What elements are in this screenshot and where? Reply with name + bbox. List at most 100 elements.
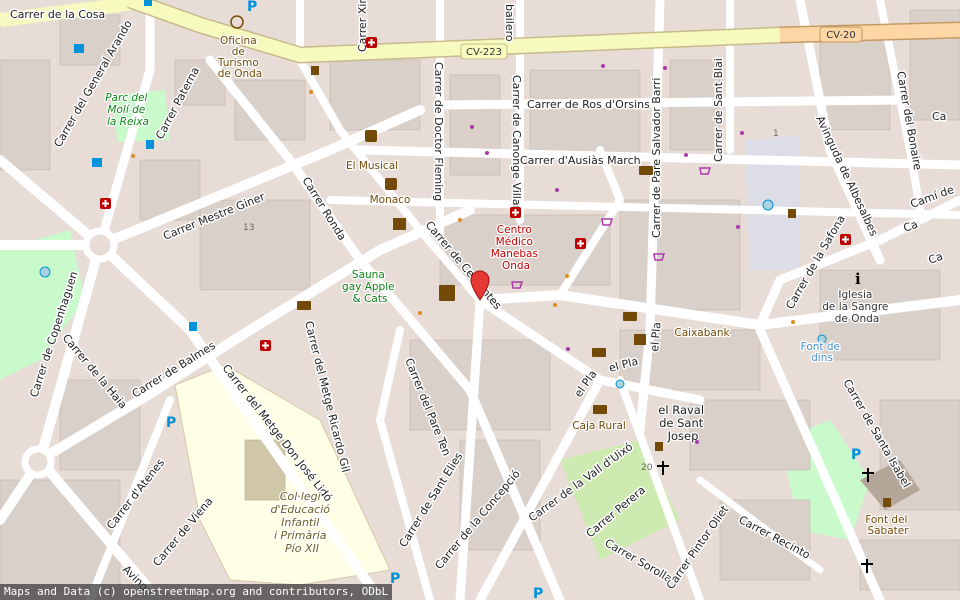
place-line: Iglesia <box>838 289 872 301</box>
place-font-sabater: Font del Sabater <box>865 514 911 537</box>
place-line: el Raval <box>658 403 704 417</box>
place-line: gay Apple <box>342 281 395 293</box>
place-line: Infantil <box>281 516 319 529</box>
place-line: Sauna <box>352 269 385 281</box>
bus-stop-icon[interactable] <box>92 158 102 167</box>
house-number: 1 <box>773 129 779 139</box>
parking-icon[interactable]: P <box>851 447 861 463</box>
poi-dot <box>736 225 740 229</box>
label-ca-right: Ca <box>932 110 946 123</box>
label-el-pla-north: el Pla <box>648 321 664 352</box>
bank-icon[interactable] <box>592 348 606 357</box>
cafe-icon[interactable] <box>883 498 891 507</box>
town-hall-icon[interactable] <box>634 334 646 345</box>
bank-icon[interactable] <box>297 301 311 310</box>
place-oficina-turismo: Oficina de Turismo de Onda <box>217 35 262 80</box>
roundabout-west <box>82 227 118 263</box>
nightclub-icon[interactable] <box>365 130 377 142</box>
cafe-icon[interactable] <box>655 442 663 451</box>
place-line: Parc del <box>105 92 147 104</box>
place-line: Médico <box>496 236 533 248</box>
map-svg[interactable]: Carrer de la Cosa Carrer del General Ara… <box>0 0 960 600</box>
bank-icon[interactable] <box>639 166 653 175</box>
poi-dot <box>791 320 795 324</box>
place-line: de Sant <box>659 416 704 430</box>
poi-dot <box>470 125 474 129</box>
bus-stop-icon[interactable] <box>146 140 154 149</box>
place-line: & Cats <box>353 293 388 305</box>
poi-dot <box>131 154 135 158</box>
house-number: 20 <box>641 463 653 473</box>
building <box>719 499 811 581</box>
bank-icon[interactable] <box>593 405 607 414</box>
building <box>449 74 501 176</box>
place-line: Manebas <box>491 248 538 260</box>
information-icon[interactable]: i <box>855 270 861 288</box>
bus-stop-icon[interactable] <box>144 0 152 6</box>
place-line: Molí de <box>107 104 145 116</box>
label-bailero: bailero <box>503 4 516 42</box>
poi-dot <box>740 131 744 135</box>
building <box>0 59 51 171</box>
road-ros-dorsins <box>435 95 905 110</box>
poi-dot <box>663 66 667 70</box>
poi-dot <box>553 303 557 307</box>
poi-dot <box>555 188 559 192</box>
place-el-musical: El Musical <box>346 160 398 172</box>
ref-cv-20: CV-20 <box>826 30 856 41</box>
label-canonge-villar: Carrer de Canonge Villar <box>510 75 523 211</box>
bus-stop-icon[interactable] <box>189 322 197 331</box>
label-doctor-fleming: Carrer de Doctor Fleming <box>432 62 445 201</box>
library-icon[interactable] <box>393 218 406 230</box>
fountain-pla <box>615 379 625 389</box>
parking-icon[interactable]: P <box>533 586 543 600</box>
place-line: Josep <box>667 429 699 443</box>
cafe-icon[interactable] <box>311 66 319 75</box>
road-cv-20 <box>779 23 960 42</box>
place-line: Sabater <box>867 525 909 537</box>
poi-dot <box>458 218 462 222</box>
poi-dot <box>566 347 570 351</box>
roundabout-southwest <box>21 445 55 479</box>
house-number: 13 <box>243 223 254 233</box>
label-carrer-de-la-cosa: Carrer de la Cosa <box>10 8 105 21</box>
place-line: la Reixa <box>107 116 149 128</box>
cafe-icon[interactable] <box>788 209 796 218</box>
poi-dot <box>695 440 699 444</box>
place-line: d'Educació <box>270 503 330 516</box>
poi-dot <box>418 311 422 315</box>
parking-icon[interactable]: P <box>166 415 176 431</box>
place-line: dins <box>811 352 833 364</box>
post-office-icon[interactable] <box>439 285 455 301</box>
poi-dot <box>601 64 605 68</box>
place-parc-moli-reixa: Parc del Molí de la Reixa <box>105 92 151 128</box>
place-monaco: Monaco <box>370 194 411 206</box>
place-caixabank: Caixabank <box>674 327 730 339</box>
poi-dot <box>565 274 569 278</box>
map-canvas[interactable]: Carrer de la Cosa Carrer del General Ara… <box>0 0 960 600</box>
building <box>529 69 641 161</box>
parking-icon[interactable]: P <box>247 0 257 15</box>
place-line: de Onda <box>218 68 262 80</box>
label-ausias-march: Carrer d'Ausiàs March <box>520 154 641 167</box>
ref-cv-223: CV-223 <box>466 47 502 58</box>
place-caja-rural: Caja Rural <box>572 420 626 432</box>
label-ros-dorsins: Carrer de Ros d'Orsins <box>527 98 650 111</box>
poi-dot <box>309 90 313 94</box>
poi-dot <box>684 153 688 157</box>
place-line: Onda <box>502 260 530 272</box>
poi-dot <box>485 151 489 155</box>
building <box>819 39 891 131</box>
attribution[interactable]: Maps and Data (c) openstreetmap.org and … <box>0 584 393 600</box>
label-sant-blai: Carrer de Sant Blai <box>712 58 725 162</box>
place-line: Centro <box>497 224 532 236</box>
bus-stop-icon[interactable] <box>74 44 84 53</box>
bank-icon[interactable] <box>623 312 637 321</box>
building <box>619 199 741 311</box>
place-line: Col·legi <box>280 490 321 503</box>
theatre-icon[interactable] <box>385 178 397 190</box>
fountain-plaza <box>762 199 774 211</box>
place-line: Pío XII <box>285 542 319 555</box>
place-line: i Primària <box>274 529 327 542</box>
place-line: de Onda <box>835 313 879 325</box>
